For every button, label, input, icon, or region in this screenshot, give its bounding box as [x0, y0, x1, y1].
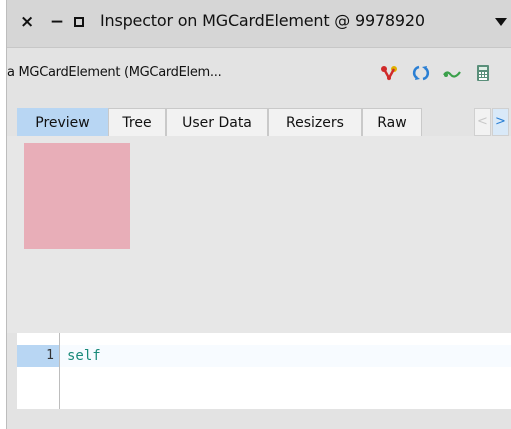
tab-resizers[interactable]: Resizers	[268, 108, 362, 136]
inspector-header: a MGCardElement (MGCardElem...	[7, 48, 511, 100]
inspect-icon[interactable]	[380, 64, 398, 82]
card-element-preview	[24, 143, 130, 249]
preview-pane	[7, 136, 511, 333]
line-number: 1	[17, 345, 59, 367]
line-number-gutter: 1	[17, 333, 60, 409]
refresh-icon[interactable]	[412, 64, 430, 82]
title-bar[interactable]: × − Inspector on MGCardElement @ 9978920	[7, 0, 511, 48]
tab-raw[interactable]: Raw	[362, 108, 422, 136]
code-text[interactable]: self	[67, 345, 101, 367]
browse-icon[interactable]	[443, 64, 461, 82]
minimize-button[interactable]: −	[48, 12, 66, 32]
tab-tree[interactable]: Tree	[108, 108, 166, 136]
inspected-object-label: a MGCardElement (MGCardElem...	[7, 65, 222, 80]
tab-preview[interactable]: Preview	[17, 108, 108, 136]
tab-user-data[interactable]: User Data	[166, 108, 268, 136]
tab-scroll-left-button[interactable]: <	[474, 108, 491, 136]
current-line-highlight	[60, 345, 511, 367]
code-editor[interactable]: 1 self	[17, 333, 511, 409]
calculator-icon[interactable]	[474, 64, 492, 82]
maximize-button[interactable]	[74, 17, 84, 27]
bottom-strip	[7, 409, 511, 429]
tab-bar: Preview Tree User Data Resizers Raw < >	[7, 108, 511, 136]
tab-scroll-right-button[interactable]: >	[492, 108, 509, 136]
window-menu-arrow-icon[interactable]	[495, 18, 507, 26]
close-button[interactable]: ×	[20, 12, 34, 32]
inspector-window: × − Inspector on MGCardElement @ 9978920…	[6, 0, 511, 429]
window-title: Inspector on MGCardElement @ 9978920	[100, 11, 425, 30]
